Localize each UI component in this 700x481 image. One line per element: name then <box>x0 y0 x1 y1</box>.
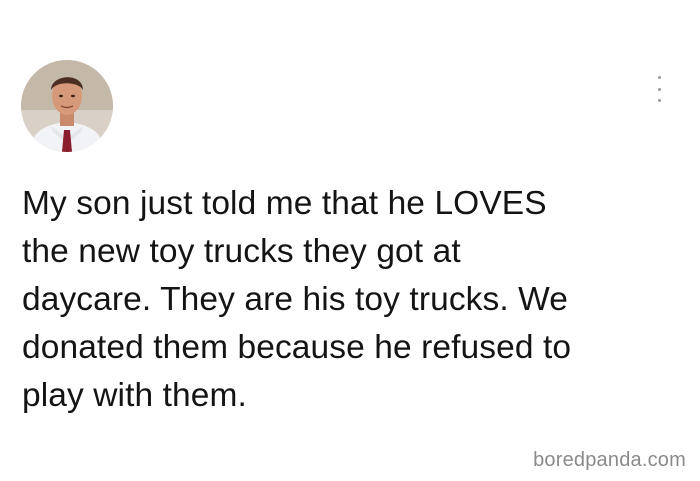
watermark: boredpanda.com <box>533 449 686 471</box>
more-vertical-icon-dot <box>657 87 661 91</box>
post-card: My son just told me that he LOVES the ne… <box>0 0 700 481</box>
more-vertical-icon-dot <box>657 99 661 102</box>
more-options-button[interactable] <box>652 76 666 102</box>
avatar[interactable] <box>21 60 113 152</box>
more-vertical-icon <box>657 76 661 79</box>
post-text: My son just told me that he LOVES the ne… <box>22 185 572 414</box>
profile-photo-icon <box>21 60 113 152</box>
